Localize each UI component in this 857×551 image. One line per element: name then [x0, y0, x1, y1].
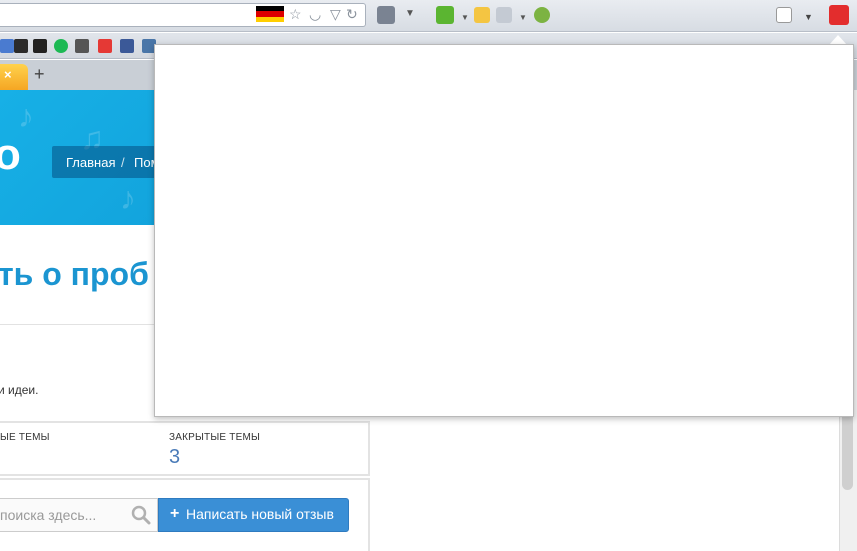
page-title: ть о проб	[0, 256, 149, 292]
spotify-icon[interactable]	[54, 39, 68, 53]
search-placeholder: поиска здесь...	[0, 507, 97, 523]
pocket-button-icon[interactable]	[377, 6, 395, 24]
page-description: и идеи.	[0, 383, 39, 397]
plus-icon: +	[170, 505, 180, 522]
google-plus-icon[interactable]	[98, 39, 112, 53]
open-topics-label: ЫЕ ТЕМЫ	[0, 432, 50, 443]
topics-stats	[0, 421, 370, 476]
chevron-down-icon[interactable]: ▼	[804, 9, 813, 25]
extension-popup[interactable]	[154, 44, 854, 417]
bookmark-icon[interactable]	[75, 39, 89, 53]
opera-icon[interactable]	[829, 5, 849, 25]
site-logo[interactable]: o	[0, 130, 21, 180]
chevron-down-icon[interactable]: ▼	[461, 10, 469, 26]
extension-icon[interactable]	[436, 6, 454, 24]
star-icon[interactable]: ☆	[289, 6, 302, 22]
reader-icon[interactable]	[776, 7, 792, 23]
write-review-label: Написать новый отзыв	[186, 506, 334, 522]
lightning-icon[interactable]	[534, 7, 550, 23]
bookmark-icon[interactable]	[14, 39, 28, 53]
bookmark-icon[interactable]	[0, 39, 14, 53]
german-flag-icon	[256, 6, 284, 22]
chevron-down-icon[interactable]: ▼	[519, 10, 527, 26]
reload-icon[interactable]: ↻	[346, 6, 358, 22]
chevron-down-icon[interactable]: ▼	[405, 6, 415, 22]
closed-topics-label: ЗАКРЫТЫЕ ТЕМЫ	[169, 432, 261, 443]
facebook-icon[interactable]	[120, 39, 134, 53]
breadcrumb-home-link[interactable]: Главная	[66, 155, 115, 170]
bookmark-star-icon[interactable]	[474, 7, 490, 23]
closed-topics-count[interactable]: 3	[169, 446, 180, 469]
pocket-icon[interactable]: ◡	[309, 6, 321, 22]
new-tab-button[interactable]: +	[34, 64, 45, 85]
breadcrumb-separator: /	[121, 155, 125, 170]
calendar-icon[interactable]	[496, 7, 512, 23]
close-icon[interactable]: ×	[4, 67, 12, 82]
search-icon[interactable]	[131, 505, 151, 525]
browser-window: ☆ ◡ ▽ ↻ ▼ ▼ ▼ ▼ × + ♪ ♫ ♪ ♬ ♪ ♫ o Главна…	[0, 0, 857, 551]
bookmark-icon[interactable]	[33, 39, 47, 53]
dropdown-icon[interactable]: ▽	[330, 6, 341, 22]
